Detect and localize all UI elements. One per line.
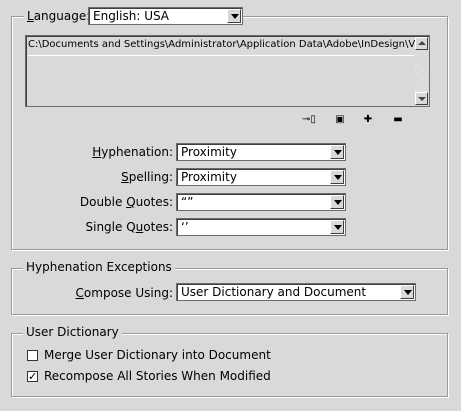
user-dictionary-group [11,333,448,397]
list-scrollbar[interactable] [415,37,428,105]
double-quotes-value: “” [181,195,194,209]
language-value: English: USA [93,9,170,23]
merge-user-dictionary-checkbox[interactable] [27,350,38,361]
single-quotes-value: ‘’ [181,220,189,234]
scroll-down-icon[interactable] [415,92,428,105]
recompose-stories-label[interactable]: Recompose All Stories When Modified [44,369,271,383]
language-select[interactable]: English: USA [88,7,243,25]
chevron-down-icon[interactable] [400,285,414,299]
chevron-down-icon[interactable] [330,220,344,234]
single-quotes-label: Single Quotes: [85,220,174,234]
compose-using-select[interactable]: User Dictionary and Document [176,283,416,301]
recompose-stories-checkbox[interactable]: ✓ [27,371,38,382]
chevron-down-icon[interactable] [330,145,344,159]
compose-using-value: User Dictionary and Document [181,285,367,299]
dictionary-path-row[interactable]: C:\Documents and Settings\Administrator\… [28,39,415,56]
merge-user-dictionary-label[interactable]: Merge User Dictionary into Document [44,348,271,362]
user-dictionary-title: User Dictionary [23,325,122,339]
add-dictionary-icon[interactable]: ✚ [359,113,377,127]
chevron-down-icon[interactable] [330,170,344,184]
double-quotes-label: Double Quotes: [79,195,173,209]
hyphenation-exceptions-title: Hyphenation Exceptions [23,260,175,274]
hyphenation-value: Proximity [181,145,237,159]
single-quotes-select[interactable]: ‘’ [176,218,346,236]
compose-using-label: Compose Using: [75,286,173,300]
hyphenation-label: Hyphenation: [92,145,173,159]
chevron-down-icon[interactable] [227,9,241,23]
dictionary-list[interactable]: C:\Documents and Settings\Administrator\… [25,35,430,107]
relink-icon[interactable]: ⊸▯ [296,113,322,127]
hyphenation-select[interactable]: Proximity [176,143,346,161]
spelling-value: Proximity [181,170,237,184]
language-label: Language: [24,9,94,23]
remove-dictionary-icon[interactable]: ▬ [389,113,407,127]
chevron-down-icon[interactable] [330,195,344,209]
spelling-select[interactable]: Proximity [176,168,346,186]
new-dictionary-icon[interactable]: ▣ [331,113,349,127]
double-quotes-select[interactable]: “” [176,193,346,211]
scroll-up-icon[interactable] [415,37,428,50]
spelling-label: Spelling: [121,170,173,184]
